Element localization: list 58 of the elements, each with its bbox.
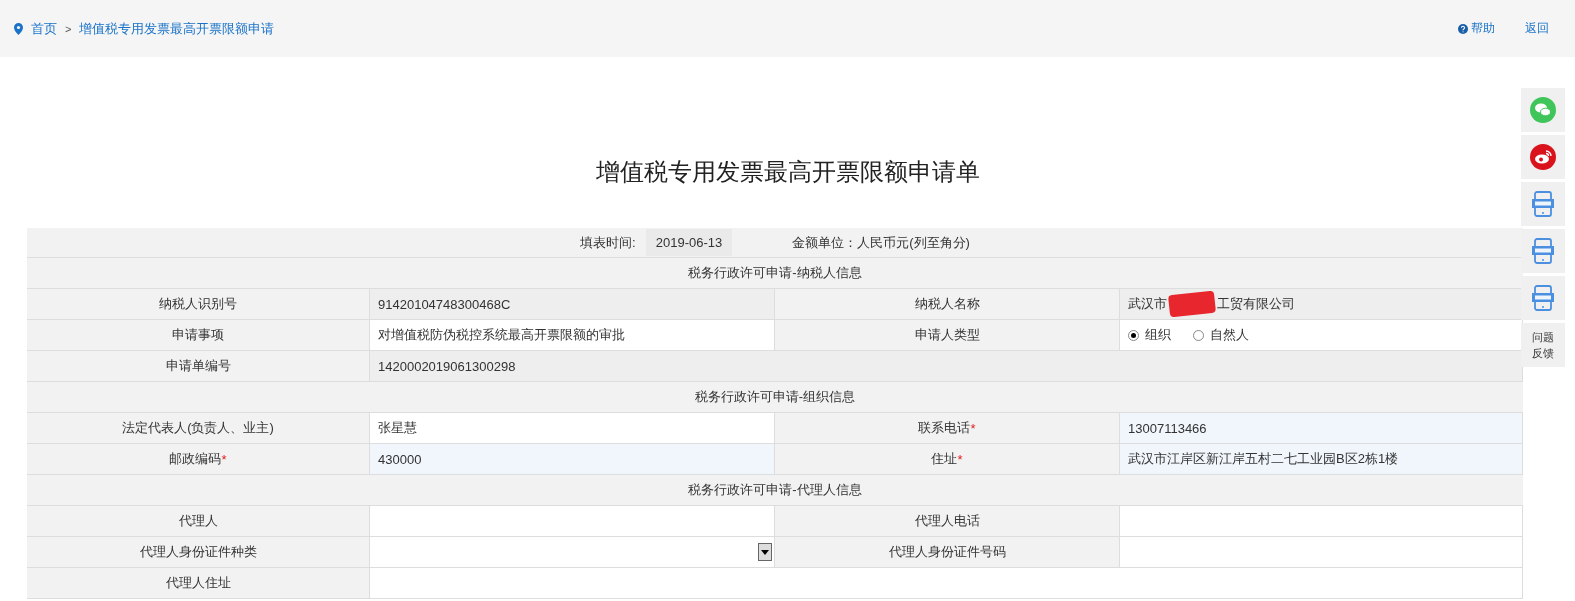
field-label: 纳税人识别号: [159, 295, 237, 313]
field-label: 法定代表人(负责人、业主): [122, 419, 274, 437]
input-field[interactable]: [1120, 506, 1523, 536]
breadcrumb-link[interactable]: 增值税专用发票最高开票限额申请: [79, 19, 275, 38]
input-field[interactable]: 武汉市 工贸有限公司: [1120, 289, 1523, 319]
input-field[interactable]: 武汉市江岸区新江岸五村二七工业园B区2栋1楼: [1120, 444, 1523, 474]
field-label: 代理人: [178, 512, 218, 530]
field-label: 申请单编号: [165, 357, 231, 375]
input-field[interactable]: [1120, 537, 1523, 567]
form-title: 增值税专用发票最高开票限额申请单: [595, 157, 980, 187]
field-label: 代理人身份证件种类: [139, 543, 257, 561]
input-field[interactable]: 430000: [370, 444, 775, 474]
field-label: 代理人身份证件号码: [888, 543, 1006, 561]
input-field[interactable]: 13007113466: [1120, 413, 1523, 443]
phone-app-icon[interactable]: [1532, 238, 1554, 264]
input-field[interactable]: 91420104748300468C: [370, 289, 775, 319]
chat-icon[interactable]: [1530, 97, 1556, 123]
breadcrumb-separator: >: [65, 22, 72, 35]
field-value: 武汉市: [1128, 295, 1167, 313]
field-label: 代理人住址: [165, 574, 231, 592]
help-link[interactable]: 帮助: [1458, 20, 1495, 37]
field-label: 申请事项: [172, 326, 224, 344]
field-label: 代理人电话: [914, 512, 980, 530]
radio-button[interactable]: [1128, 329, 1139, 341]
input-field[interactable]: [370, 568, 1523, 598]
radio-label: 组织: [1145, 326, 1171, 344]
help-icon: [1458, 23, 1468, 34]
field-label: 申请人类型: [914, 326, 980, 344]
radio-button[interactable]: [1193, 329, 1204, 341]
weibo-icon[interactable]: [1530, 144, 1556, 170]
section-heading: 税务行政许可申请-组织信息: [694, 388, 856, 406]
input-field[interactable]: 1420002019061300298: [370, 351, 1523, 381]
field-label: 住址: [931, 450, 958, 468]
amount-unit-text: 金额单位：人民币元(列至角分): [792, 233, 970, 252]
input-field[interactable]: [370, 506, 775, 536]
back-link[interactable]: 返回: [1525, 20, 1549, 37]
dropdown-field[interactable]: [370, 537, 775, 567]
phone-app-icon[interactable]: [1532, 191, 1554, 217]
section-heading: 税务行政许可申请-代理人信息: [688, 481, 862, 499]
field-label: 填表时间:: [580, 233, 636, 252]
input-field[interactable]: 张星慧: [370, 413, 775, 443]
redaction-mark: [1168, 290, 1216, 318]
field-label: 纳税人名称: [914, 295, 980, 313]
required-mark: *: [970, 420, 976, 436]
phone-app-icon[interactable]: [1532, 285, 1554, 311]
field-value: 工贸有限公司: [1217, 295, 1295, 313]
date-field[interactable]: 2019-06-13: [645, 229, 733, 256]
field-label: 邮政编码: [169, 450, 222, 468]
required-mark: *: [957, 451, 963, 467]
field-label: 联系电话: [918, 419, 971, 437]
radio-label: 自然人: [1210, 326, 1249, 344]
input-field[interactable]: 对增值税防伪税控系统最高开票限额的审批: [370, 320, 775, 350]
location-pin-icon: [14, 22, 23, 35]
required-mark: *: [221, 451, 227, 467]
home-link[interactable]: 首页: [31, 19, 57, 38]
feedback-button[interactable]: 问题反馈: [1521, 323, 1565, 367]
caret-icon: [761, 549, 769, 555]
section-heading: 税务行政许可申请-纳税人信息: [688, 264, 862, 282]
